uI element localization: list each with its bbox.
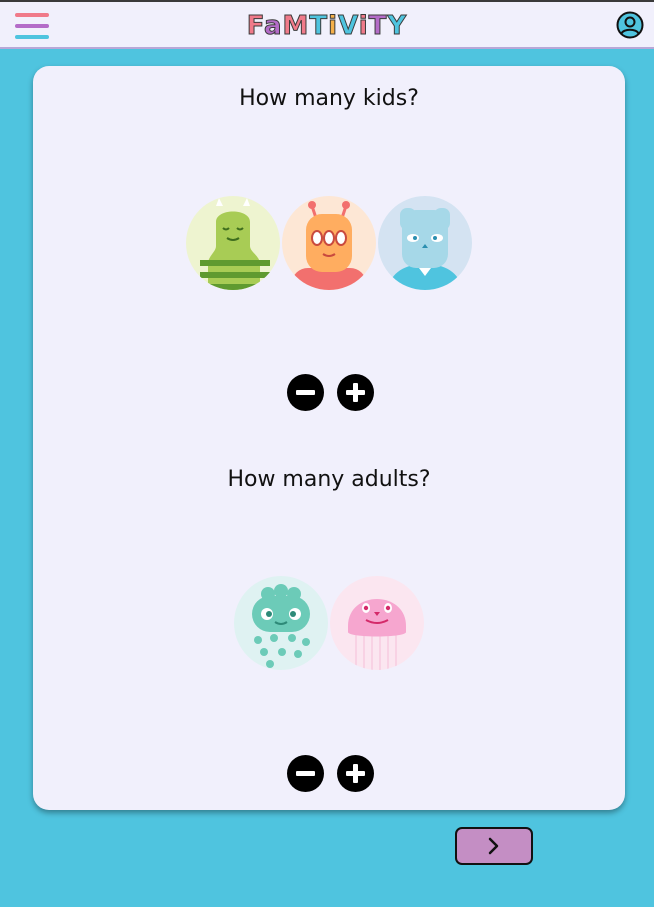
chevron-right-icon	[488, 837, 499, 855]
adults-question: How many adults?	[227, 467, 431, 492]
family-size-card: How many kids? How many adults?	[33, 66, 625, 810]
logo-letter: Y	[387, 11, 408, 42]
logo-letter: a	[263, 11, 283, 42]
adults-decrement-button[interactable]	[287, 755, 324, 792]
kids-decrement-button[interactable]	[287, 374, 324, 411]
logo-letter: V	[338, 11, 359, 42]
logo-letter: M	[282, 11, 310, 42]
logo-letter: i	[358, 11, 369, 42]
adult-avatar-pink	[330, 576, 424, 670]
adult-avatar-teal	[234, 576, 328, 670]
logo-letter: T	[309, 11, 329, 42]
famtivity-logo[interactable]: FaMTiViTY	[0, 10, 654, 42]
kid-avatar-blue	[378, 196, 472, 290]
logo-letter: i	[328, 11, 339, 42]
adults-increment-button[interactable]	[337, 755, 374, 792]
logo-letter: T	[368, 11, 388, 42]
top-bar: FaMTiViTY	[0, 0, 654, 49]
kid-avatar-orange	[282, 196, 376, 290]
kid-avatar-green	[186, 196, 280, 290]
next-button[interactable]	[455, 827, 533, 865]
kids-increment-button[interactable]	[337, 374, 374, 411]
logo-letter: F	[246, 11, 264, 42]
user-circle-icon[interactable]	[616, 11, 644, 39]
kids-question: How many kids?	[239, 86, 419, 111]
